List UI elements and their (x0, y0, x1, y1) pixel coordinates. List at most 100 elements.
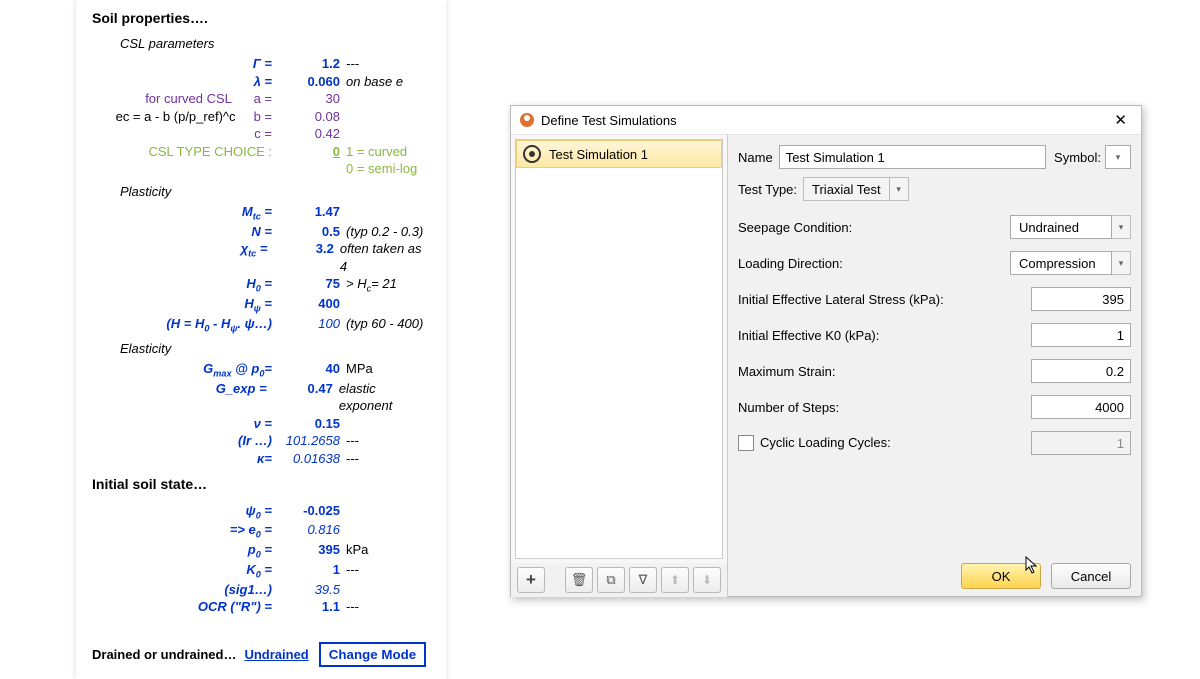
chi-label: χtc = (92, 240, 273, 260)
section-plasticity: Plasticity (120, 184, 430, 199)
csl-type-value: 0 (333, 144, 340, 159)
hy-value: 400 (278, 295, 346, 313)
kappa-label: κ= (92, 450, 278, 468)
section-elasticity: Elasticity (120, 341, 430, 356)
h-note-extra: (typ 60 - 400) (346, 315, 423, 333)
trash-icon: 🗑 (571, 572, 588, 588)
gexp-label: G_exp = (92, 380, 273, 398)
k0-input[interactable] (1031, 323, 1131, 347)
symbol-select[interactable]: ▾ (1105, 145, 1131, 169)
steps-input[interactable] (1031, 395, 1131, 419)
arrow-down-icon: ⬇ (702, 573, 712, 587)
panel-title: Soil properties…. (92, 10, 430, 26)
loaddir-select[interactable]: Compression▾ (1010, 251, 1131, 275)
drainage-label: Drained or undrained… (92, 647, 236, 662)
list-item[interactable]: Test Simulation 1 (516, 140, 722, 168)
gexp-value: 0.47 (273, 380, 339, 398)
hy-label: Hψ = (92, 295, 278, 315)
b-value: 0.08 (278, 108, 346, 126)
move-up-button[interactable]: ⬆ (661, 567, 689, 593)
list-item-label: Test Simulation 1 (549, 147, 648, 162)
radio-selected-icon[interactable] (523, 145, 541, 163)
simulation-list-panel: Test Simulation 1 + 🗑 ⧉ ∇ ⬆ ⬇ (511, 135, 728, 597)
e0-label: => e0 = (92, 521, 278, 541)
simulation-form: Name Symbol: ▾ Test Type: Triaxial Test … (728, 135, 1141, 597)
copy-button[interactable]: ⧉ (597, 567, 625, 593)
delete-button[interactable]: 🗑 (565, 567, 593, 593)
cyclic-input (1031, 431, 1131, 455)
psi0-value: -0.025 (278, 502, 346, 520)
csl-type-extra2: 0 = semi-log (346, 160, 417, 178)
n-value: 0.5 (278, 223, 346, 241)
kappa-extra: --- (346, 450, 359, 468)
p0-value: 395 (278, 541, 346, 559)
c-label: c = (92, 125, 278, 143)
curved-note: for curved CSL (145, 91, 232, 106)
nu-label: ν = (92, 415, 278, 433)
n-extra: (typ 0.2 - 0.3) (346, 223, 423, 241)
dialog-titlebar[interactable]: Define Test Simulations ✕ (511, 106, 1141, 135)
testtype-dropdown[interactable]: ▾ (890, 177, 909, 201)
ec-note: ec = a - b (p/p_ref)^c (116, 109, 236, 124)
a-value: 30 (278, 90, 346, 108)
maxstrain-input[interactable] (1031, 359, 1131, 383)
sig1-label: (sig1…) (92, 581, 278, 599)
cyclic-checkbox[interactable] (738, 435, 754, 451)
k0-extra: --- (346, 561, 359, 579)
h-note-label: (H = H0 - Hψ. ψ…) (92, 315, 278, 335)
gexp-extra: elastic exponent (339, 380, 430, 415)
lateral-input[interactable] (1031, 287, 1131, 311)
soil-properties-panel: Soil properties…. CSL parameters Γ =1.2-… (76, 0, 446, 679)
symbol-label: Symbol: (1054, 150, 1101, 165)
drainage-value-link[interactable]: Undrained (244, 647, 308, 662)
n-label: N = (92, 223, 278, 241)
name-input[interactable] (779, 145, 1046, 169)
k0-value: 1 (278, 561, 346, 579)
steps-label: Number of Steps: (738, 400, 1031, 415)
chevron-down-icon: ▾ (1116, 152, 1121, 163)
seepage-select[interactable]: Undrained▾ (1010, 215, 1131, 239)
sig1-value: 39.5 (278, 581, 346, 599)
loaddir-label: Loading Direction: (738, 256, 1010, 271)
p0-label: p0 = (92, 541, 278, 561)
app-icon (519, 112, 535, 128)
close-icon[interactable]: ✕ (1108, 111, 1133, 129)
cancel-button[interactable]: Cancel (1051, 563, 1131, 589)
ocr-label: OCR ("R") = (92, 598, 278, 616)
dialog-title: Define Test Simulations (541, 113, 1108, 128)
h0-value: 75 (278, 275, 346, 293)
mtc-label: Mtc = (92, 203, 278, 223)
e0-value: 0.816 (278, 521, 346, 539)
h-note-value: 100 (278, 315, 346, 333)
k0-label: Initial Effective K0 (kPa): (738, 328, 1031, 343)
arrow-up-icon: ⬆ (670, 573, 680, 587)
chi-value: 3.2 (273, 240, 339, 258)
k0-label: K0 = (92, 561, 278, 581)
ocr-extra: --- (346, 598, 359, 616)
change-mode-button[interactable]: Change Mode (319, 642, 426, 667)
copy-icon: ⧉ (606, 572, 615, 588)
chevron-down-icon: ▾ (1119, 222, 1124, 233)
csl-type-extra1: 1 = curved (346, 143, 407, 161)
b-label: b = (254, 109, 272, 124)
csl-type-label: CSL TYPE CHOICE : (92, 143, 278, 161)
h0-extra: > Hc= 21 (346, 275, 397, 295)
list-toolbar: + 🗑 ⧉ ∇ ⬆ ⬇ (511, 563, 727, 597)
add-button[interactable]: + (517, 567, 545, 593)
filter-icon: ∇ (639, 572, 648, 588)
gamma-value: 1.2 (278, 55, 346, 73)
chevron-down-icon: ▾ (1119, 258, 1124, 269)
ir-value: 101.2658 (278, 432, 346, 450)
gmax-value: 40 (278, 360, 346, 378)
psi0-label: ψ0 = (92, 502, 278, 522)
lambda-value: 0.060 (278, 73, 346, 91)
mtc-value: 1.47 (278, 203, 346, 221)
simulation-list[interactable]: Test Simulation 1 (515, 139, 723, 559)
ocr-value: 1.1 (278, 598, 346, 616)
h0-label: H0 = (92, 275, 278, 295)
move-down-button[interactable]: ⬇ (693, 567, 721, 593)
filter-button[interactable]: ∇ (629, 567, 657, 593)
c-value: 0.42 (278, 125, 346, 143)
chi-extra: often taken as 4 (340, 240, 430, 275)
ok-button[interactable]: OK (961, 563, 1041, 589)
